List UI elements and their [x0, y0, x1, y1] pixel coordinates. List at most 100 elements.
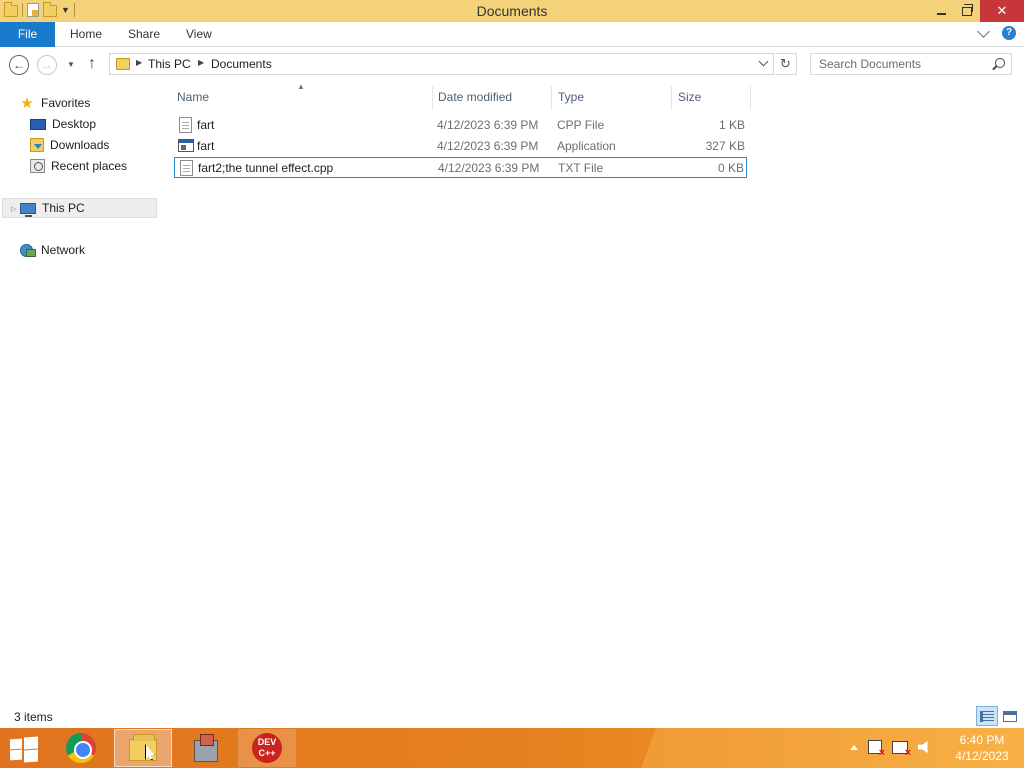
column-header-type[interactable]: Type: [558, 82, 584, 112]
details-view-button[interactable]: [976, 706, 998, 726]
refresh-button[interactable]: ↻: [775, 53, 797, 75]
computer-icon: [20, 202, 36, 217]
show-hidden-icons-icon[interactable]: [850, 744, 858, 750]
address-dropdown-icon[interactable]: [758, 56, 769, 67]
breadcrumb-documents[interactable]: Documents: [211, 57, 272, 71]
taskbar-dev-cpp[interactable]: DEV C++: [238, 729, 296, 767]
nav-item-label: Desktop: [52, 117, 97, 131]
tab-home[interactable]: Home: [70, 22, 102, 47]
back-arrow-icon: ←: [13, 58, 25, 72]
navigation-bar: ← → ▼ ↑ ▶ This PC ▶ Documents ↻: [0, 48, 1024, 82]
close-icon: ✕: [996, 3, 1008, 18]
file-name: fart: [197, 118, 215, 132]
file-name: fart2;the tunnel effect.cpp: [198, 161, 334, 175]
recent-locations-dropdown-icon[interactable]: ▼: [67, 60, 75, 69]
close-button[interactable]: ✕: [980, 0, 1024, 22]
dev-cpp-label: DEV: [257, 737, 277, 747]
file-explorer-icon: [129, 734, 157, 761]
folder-icon: [116, 58, 130, 70]
taskbar-chrome[interactable]: [52, 729, 110, 767]
clock[interactable]: 6:40 PM 4/12/2023: [952, 732, 1012, 764]
nav-item-downloads[interactable]: Downloads: [30, 135, 109, 155]
restore-button[interactable]: [954, 0, 980, 22]
taskbar-installer[interactable]: [176, 729, 234, 767]
file-date-modified: 4/12/2023 6:39 PM: [437, 118, 539, 132]
file-type: Application: [557, 139, 616, 153]
file-row[interactable]: fart 4/12/2023 6:39 PM Application 327 K…: [174, 136, 747, 157]
tab-share[interactable]: Share: [128, 22, 160, 47]
installer-icon: [190, 734, 220, 762]
nav-favorites[interactable]: ★ Favorites: [19, 93, 90, 113]
breadcrumb-this-pc[interactable]: This PC: [148, 57, 191, 71]
file-size: 327 KB: [705, 139, 745, 153]
large-icons-view-button[interactable]: [999, 706, 1021, 726]
nav-item-recent-places[interactable]: Recent places: [30, 156, 127, 176]
expand-arrow-icon[interactable]: ▷: [11, 205, 16, 213]
column-divider[interactable]: [551, 86, 552, 110]
column-divider[interactable]: [671, 86, 672, 110]
file-row[interactable]: fart 4/12/2023 6:39 PM CPP File 1 KB: [174, 115, 747, 136]
file-row-selected[interactable]: fart2;the tunnel effect.cpp 4/12/2023 6:…: [174, 157, 747, 178]
windows-logo-icon: [10, 738, 22, 750]
nav-item-network[interactable]: Network: [19, 240, 85, 260]
volume-button[interactable]: ×: [918, 741, 928, 753]
file-date-modified: 4/12/2023 6:39 PM: [438, 161, 540, 175]
dev-cpp-icon: DEV C++: [252, 733, 282, 763]
breadcrumb-arrow-icon[interactable]: ▶: [136, 58, 142, 67]
window-controls: ✕: [928, 0, 1024, 22]
taskbar-file-explorer[interactable]: [114, 729, 172, 767]
search-icon[interactable]: [995, 58, 1005, 68]
taskbar: DEV C++ × 6:40 PM 4/12/2023: [0, 728, 1024, 768]
sort-ascending-icon: ▲: [297, 82, 305, 91]
nav-item-desktop[interactable]: Desktop: [30, 114, 96, 134]
file-date-modified: 4/12/2023 6:39 PM: [437, 139, 539, 153]
column-divider[interactable]: [750, 86, 751, 110]
start-button[interactable]: [10, 736, 38, 763]
address-bar[interactable]: ▶ This PC ▶ Documents: [109, 53, 774, 75]
forward-button[interactable]: →: [37, 55, 57, 75]
title-bar: ▼ Documents ✕: [0, 0, 1024, 22]
tab-file[interactable]: File: [0, 22, 55, 47]
item-count: 3 items: [14, 710, 53, 724]
nav-favorites-label: Favorites: [41, 96, 91, 110]
status-bar: 3 items: [0, 704, 1024, 728]
windows-logo-pane: [24, 749, 38, 763]
column-header-size[interactable]: Size: [678, 82, 701, 112]
windows-logo-pane: [10, 749, 22, 761]
column-divider[interactable]: [432, 86, 433, 110]
recent-places-icon: [30, 159, 45, 173]
back-button[interactable]: ←: [9, 55, 29, 75]
help-icon[interactable]: ?: [1002, 26, 1016, 40]
dev-cpp-label: C++: [258, 748, 276, 758]
up-arrow-icon[interactable]: ↑: [88, 55, 96, 73]
windows-logo-pane: [24, 736, 38, 750]
search-box[interactable]: [810, 53, 1012, 75]
minimize-icon: [936, 13, 946, 15]
action-center-icon[interactable]: [868, 740, 885, 759]
text-file-icon: [180, 160, 193, 176]
text-file-icon: [179, 117, 192, 133]
refresh-icon: ↻: [780, 56, 791, 71]
downloads-icon: [30, 138, 44, 152]
file-name: fart: [197, 139, 215, 153]
search-input[interactable]: [811, 54, 986, 74]
nav-item-this-pc[interactable]: ▷ This PC: [2, 198, 157, 218]
nav-item-label: Recent places: [51, 159, 128, 173]
star-icon: ★: [20, 94, 34, 112]
file-list: ▲ Name Date modified Type Size fart 4/12…: [160, 82, 1024, 702]
file-type: CPP File: [557, 118, 605, 132]
expand-ribbon-chevron-icon[interactable]: [977, 24, 990, 38]
column-header-date-modified[interactable]: Date modified: [438, 82, 512, 112]
nav-item-label: Downloads: [50, 138, 110, 152]
restore-icon: [962, 3, 973, 16]
breadcrumb-arrow-icon[interactable]: ▶: [198, 58, 204, 67]
column-header-name[interactable]: Name: [177, 82, 209, 112]
file-size: 1 KB: [718, 118, 745, 132]
file-type: TXT File: [558, 161, 604, 175]
tab-view[interactable]: View: [186, 22, 212, 47]
ribbon-tabs: File Home Share View ?: [0, 22, 1024, 47]
network-status-icon[interactable]: [892, 740, 911, 759]
system-tray: ×: [850, 740, 928, 759]
application-icon: [178, 139, 194, 152]
minimize-button[interactable]: [928, 0, 954, 22]
